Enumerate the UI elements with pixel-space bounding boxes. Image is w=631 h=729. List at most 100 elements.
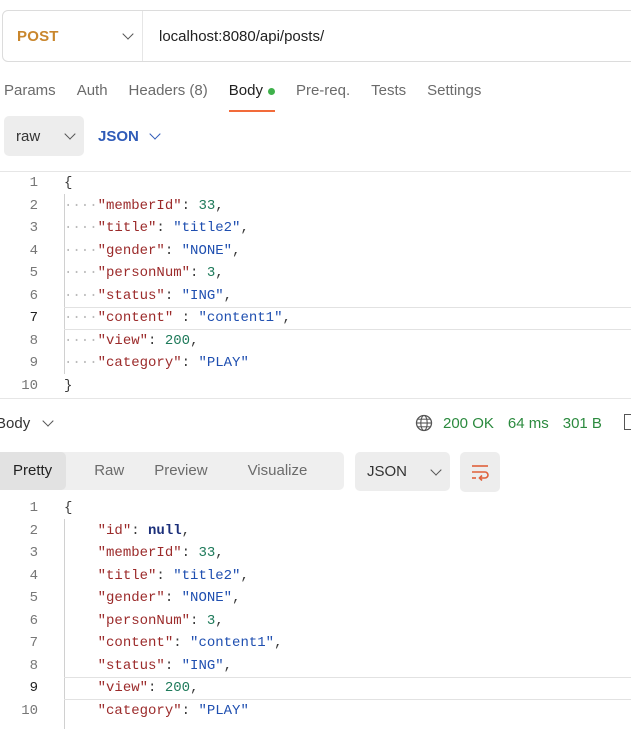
tab-label: Body xyxy=(228,82,263,99)
json-trail: , xyxy=(223,287,233,304)
json-value: 3 xyxy=(206,265,216,281)
json-value: "NONE" xyxy=(181,590,233,606)
tab-auth[interactable]: Auth xyxy=(77,78,108,112)
json-sep: : xyxy=(131,522,149,539)
code-line: 9 ····"category": "PLAY" xyxy=(0,352,631,375)
wrap-lines-button[interactable] xyxy=(460,452,500,492)
request-body-editor[interactable]: 1{ 2 ····"memberId": 33, 3 ····"title": "t… xyxy=(0,172,631,397)
json-value: "PLAY" xyxy=(198,702,249,719)
code-line: 2 ····"memberId": 33, xyxy=(0,195,631,218)
json-value: null xyxy=(148,522,182,539)
json-sep: : xyxy=(181,197,199,214)
view-tab-raw[interactable]: Raw xyxy=(94,452,124,490)
view-tab-visualize[interactable]: Visualize xyxy=(248,452,308,490)
response-size[interactable]: 301 B xyxy=(563,415,602,432)
chevron-down-icon xyxy=(42,415,54,427)
line-number: 2 xyxy=(29,522,38,539)
globe-icon[interactable] xyxy=(415,414,433,432)
tab-params[interactable]: Params xyxy=(4,78,56,112)
json-key: "status" xyxy=(97,287,165,304)
code-text: { xyxy=(64,500,73,516)
tab-headers[interactable]: Headers (8) xyxy=(129,78,208,112)
response-format-select[interactable]: JSON xyxy=(355,452,450,491)
body-mode-select[interactable]: raw xyxy=(4,116,84,156)
view-tab-label: Pretty xyxy=(13,462,53,479)
tab-settings[interactable]: Settings xyxy=(427,78,481,112)
line-number: 7 xyxy=(29,310,38,326)
json-trail: , xyxy=(240,220,249,236)
json-trail: , xyxy=(215,197,224,214)
json-sep: : xyxy=(148,680,165,696)
json-key: "personNum" xyxy=(97,265,191,281)
response-body-viewer[interactable]: 1{ 2 "id": null, 3 "memberId": 33, 4 "ti… xyxy=(0,497,631,729)
json-sep: : xyxy=(164,242,182,259)
json-sep: : xyxy=(190,612,207,629)
json-trail: , xyxy=(240,567,249,584)
code-line: 9 "view": 200, xyxy=(0,677,631,700)
json-sep: : xyxy=(164,287,182,304)
chevron-down-icon xyxy=(122,28,134,40)
tab-pre-request[interactable]: Pre-req. xyxy=(296,78,350,112)
view-tab-label: Visualize xyxy=(247,462,308,479)
method-label: POST xyxy=(17,27,59,45)
request-tabs: Params Auth Headers (8) Body Pre-req. Te… xyxy=(4,78,502,112)
json-key: "title" xyxy=(97,567,157,584)
status-code[interactable]: 200 OK xyxy=(443,415,494,432)
response-section-select[interactable]: Body xyxy=(0,412,62,434)
tab-label: Auth xyxy=(76,82,108,99)
view-tab-pretty[interactable]: Pretty xyxy=(0,452,67,490)
response-time[interactable]: 64 ms xyxy=(508,415,549,432)
json-key: "title" xyxy=(97,220,157,236)
json-key: "view" xyxy=(97,680,149,696)
json-value: "title2" xyxy=(173,220,241,236)
json-key: "gender" xyxy=(97,590,165,606)
json-sep: : xyxy=(190,265,207,281)
response-section-label: Body xyxy=(0,414,31,432)
line-number: 6 xyxy=(29,612,38,629)
json-value: "title2" xyxy=(173,567,241,584)
code-line: 5 "gender": "NONE", xyxy=(0,587,631,610)
json-key: "category" xyxy=(97,355,182,371)
body-indicator-dot xyxy=(267,87,275,95)
code-line: 6 ····"status": "ING", xyxy=(0,285,631,308)
save-response-icon[interactable] xyxy=(624,414,631,430)
url-input[interactable] xyxy=(143,26,601,46)
json-sep: : xyxy=(164,657,182,674)
body-language-label: JSON xyxy=(98,127,139,145)
divider xyxy=(0,398,631,399)
method-select[interactable]: POST xyxy=(3,11,143,61)
json-trail: , xyxy=(232,242,241,259)
code-line: 4 ····"gender": "NONE", xyxy=(0,240,631,263)
code-text: } xyxy=(64,377,73,394)
line-number: 8 xyxy=(29,332,38,349)
line-number: 10 xyxy=(21,702,38,719)
chevron-down-icon xyxy=(149,128,161,140)
line-number: 6 xyxy=(29,287,38,304)
tab-tests[interactable]: Tests xyxy=(371,78,406,112)
json-key: "memberId" xyxy=(97,545,182,561)
tab-label: Headers (8) xyxy=(128,82,208,99)
json-value: "NONE" xyxy=(181,242,233,259)
line-number: 3 xyxy=(29,545,38,561)
json-key: "content" xyxy=(97,310,174,326)
view-tab-label: Raw xyxy=(94,462,125,479)
request-bar: POST xyxy=(2,10,631,62)
body-language-select[interactable]: JSON xyxy=(98,116,169,156)
tab-label: Params xyxy=(4,82,56,99)
code-line: 1{ xyxy=(0,497,631,520)
json-trail: , xyxy=(223,657,233,674)
chevron-down-icon xyxy=(64,128,76,140)
code-text: { xyxy=(64,175,73,191)
line-number: 1 xyxy=(29,175,38,191)
code-line: 7 "content": "content1", xyxy=(0,632,631,655)
json-trail: , xyxy=(274,635,283,651)
tab-body[interactable]: Body xyxy=(228,78,276,112)
view-tab-preview[interactable]: Preview xyxy=(154,452,207,490)
json-sep: : xyxy=(181,545,199,561)
json-trail: , xyxy=(215,612,224,629)
json-key: "view" xyxy=(97,332,149,349)
json-value: 3 xyxy=(206,612,216,629)
json-value: 200 xyxy=(164,332,191,349)
json-sep: : xyxy=(181,355,199,371)
json-sep: : xyxy=(164,590,182,606)
